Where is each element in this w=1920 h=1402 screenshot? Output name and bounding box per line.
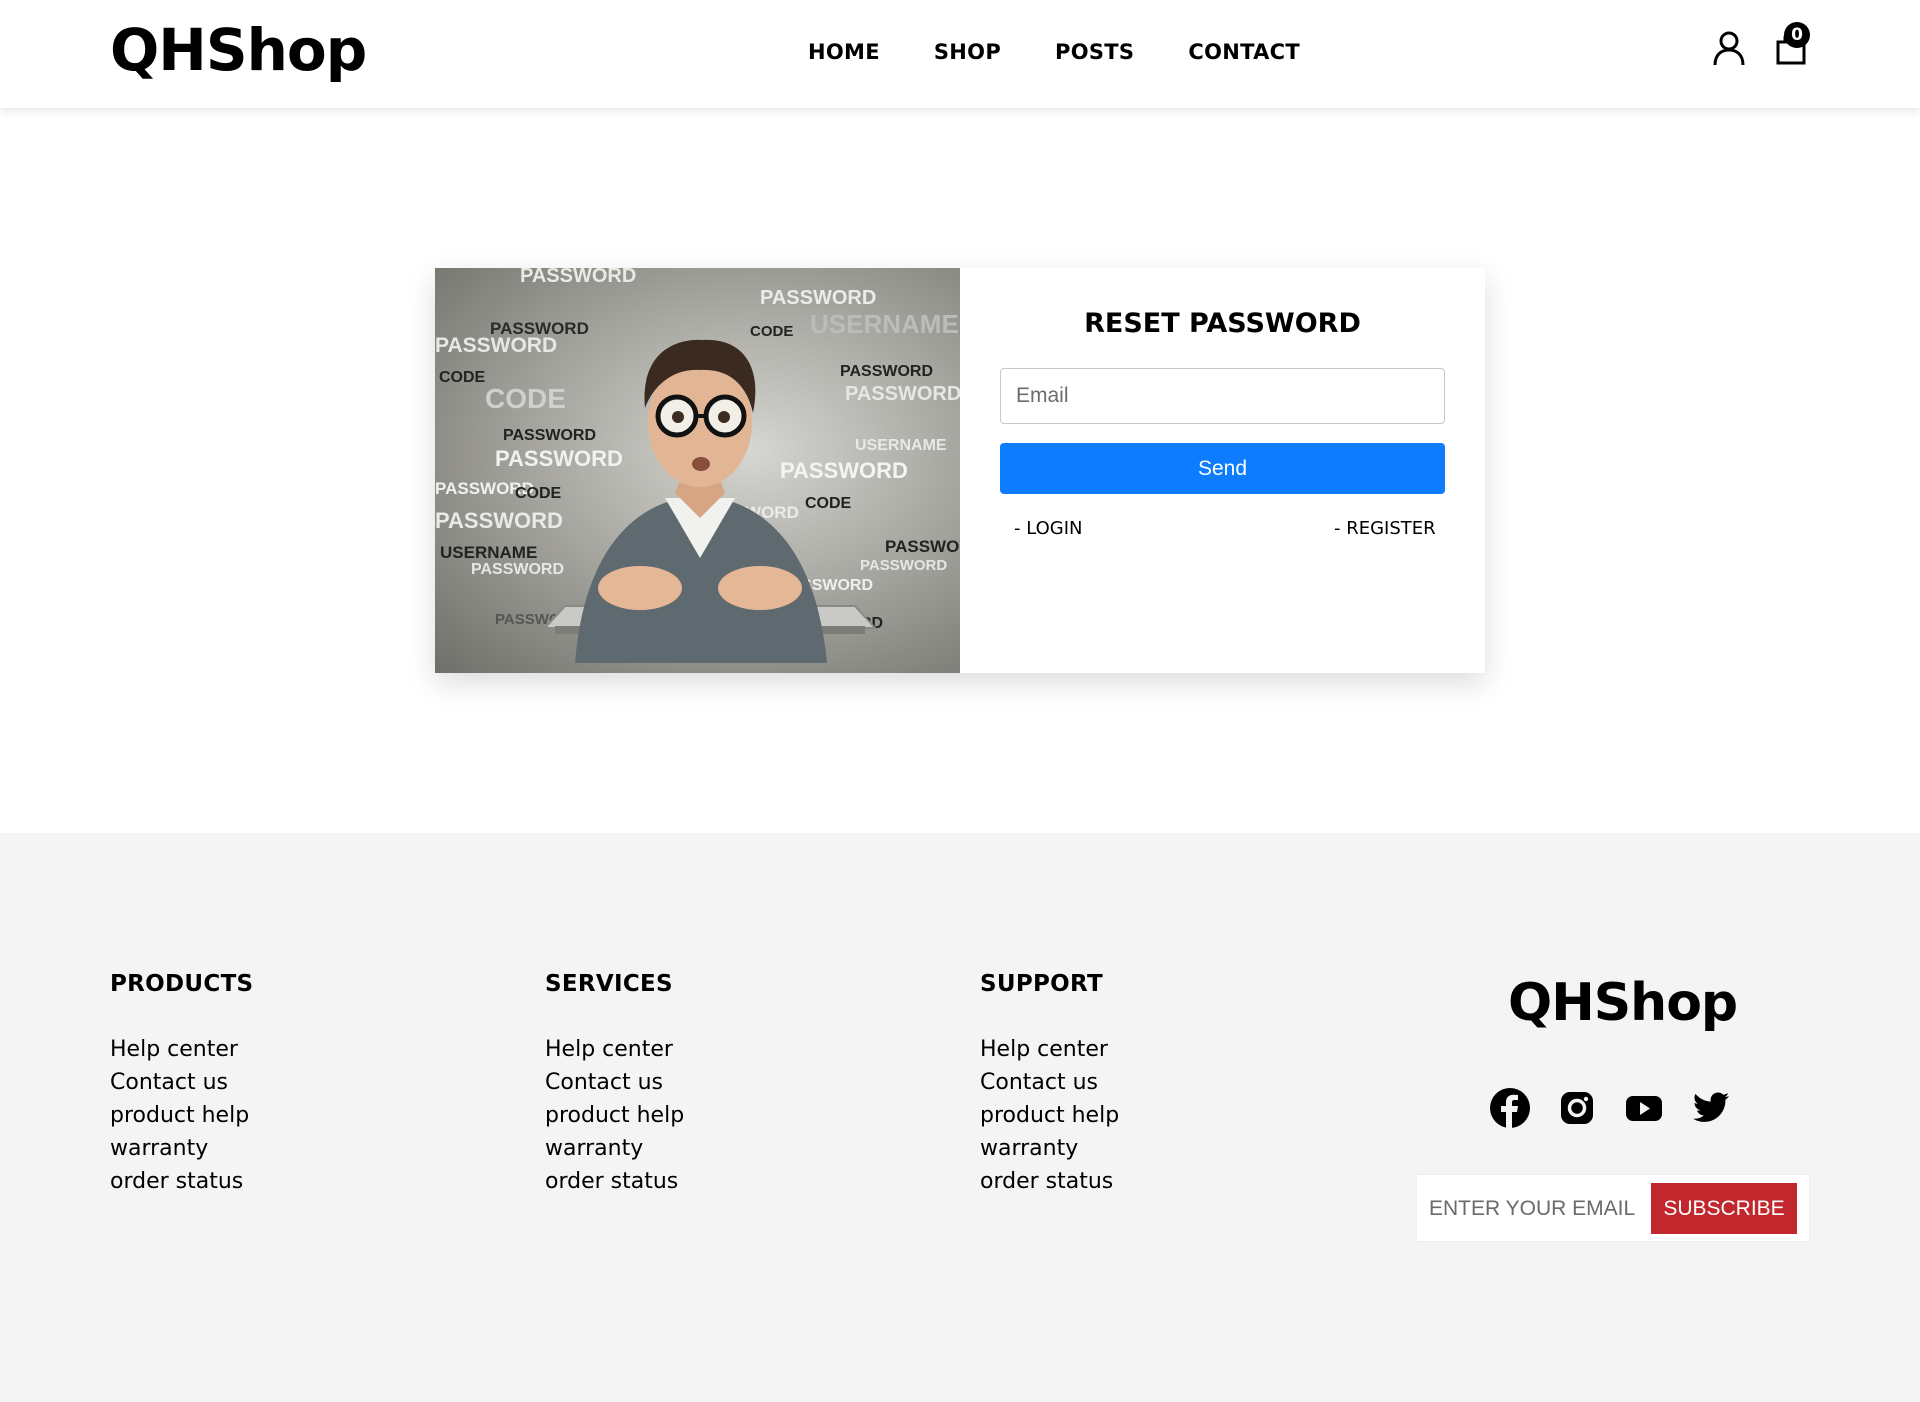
- image-word: PASSWORD: [503, 427, 596, 444]
- footer-link[interactable]: Help center: [110, 1033, 253, 1066]
- image-word: USERNAME: [855, 437, 947, 454]
- image-word: USERNAME: [810, 309, 959, 339]
- youtube-icon[interactable]: [1624, 1088, 1664, 1128]
- image-word: PASSWORD: [845, 383, 960, 405]
- footer-column-services: SERVICES Help center Contact us product …: [545, 971, 684, 1198]
- main-nav: HOME SHOP POSTS CONTACT: [808, 40, 1300, 64]
- footer-link[interactable]: Contact us: [110, 1066, 253, 1099]
- image-word: CODE: [515, 485, 562, 502]
- image-word: CODE: [805, 495, 852, 512]
- footer-link[interactable]: Contact us: [545, 1066, 684, 1099]
- image-word: PASSWORD: [840, 363, 933, 380]
- twitter-icon[interactable]: [1691, 1088, 1731, 1128]
- footer-logo[interactable]: QHShop: [1508, 973, 1738, 1033]
- footer-column-products: PRODUCTS Help center Contact us product …: [110, 971, 253, 1198]
- image-word: PASSWORD: [780, 458, 908, 483]
- footer-link[interactable]: product help: [980, 1099, 1119, 1132]
- image-word: CODE: [750, 323, 793, 340]
- footer-heading: SERVICES: [545, 971, 673, 997]
- site-footer: PRODUCTS Help center Contact us product …: [0, 833, 1920, 1402]
- image-word: PASSWORD: [435, 508, 563, 533]
- image-word: PASSWORD: [471, 561, 564, 578]
- email-field[interactable]: [1000, 368, 1445, 424]
- reset-password-card: PASSWORD PASSWORD PASSWORD PASSWORD USER…: [435, 268, 1485, 673]
- footer-link[interactable]: order status: [980, 1165, 1119, 1198]
- newsletter-form: SUBSCRIBE: [1416, 1174, 1810, 1242]
- image-word: PASSWORD: [520, 268, 636, 287]
- footer-link[interactable]: product help: [545, 1099, 684, 1132]
- reset-title: RESET PASSWORD: [1084, 308, 1361, 339]
- send-button[interactable]: Send: [1000, 443, 1445, 494]
- image-word: PASSWORD: [435, 334, 557, 357]
- footer-link[interactable]: warranty: [545, 1132, 684, 1165]
- user-icon[interactable]: [1712, 30, 1746, 66]
- footer-link[interactable]: warranty: [110, 1132, 253, 1165]
- footer-heading: PRODUCTS: [110, 971, 254, 997]
- hero-image: PASSWORD PASSWORD PASSWORD PASSWORD USER…: [435, 268, 960, 673]
- footer-link[interactable]: Help center: [545, 1033, 684, 1066]
- image-word: PASSWORD: [885, 537, 960, 556]
- password-illustration: PASSWORD PASSWORD PASSWORD PASSWORD USER…: [435, 268, 960, 663]
- nav-posts[interactable]: POSTS: [1055, 40, 1134, 64]
- footer-link[interactable]: Help center: [980, 1033, 1119, 1066]
- nav-contact[interactable]: CONTACT: [1188, 40, 1300, 64]
- facebook-icon[interactable]: [1490, 1088, 1530, 1128]
- reset-form: RESET PASSWORD Send - LOGIN - REGISTER: [960, 268, 1485, 673]
- register-link[interactable]: - REGISTER: [1334, 518, 1436, 539]
- subscribe-button[interactable]: SUBSCRIBE: [1651, 1183, 1797, 1234]
- login-link[interactable]: - LOGIN: [1014, 518, 1083, 539]
- nav-shop[interactable]: SHOP: [934, 40, 1001, 64]
- footer-heading: SUPPORT: [980, 971, 1103, 997]
- image-word: PASSWORD: [860, 557, 947, 574]
- nav-home[interactable]: HOME: [808, 40, 880, 64]
- footer-column-support: SUPPORT Help center Contact us product h…: [980, 971, 1119, 1198]
- image-word: USERNAME: [440, 543, 537, 562]
- instagram-icon[interactable]: [1557, 1088, 1597, 1128]
- footer-link[interactable]: order status: [110, 1165, 253, 1198]
- cart-count-badge: 0: [1784, 22, 1810, 48]
- social-links: [1490, 1088, 1731, 1128]
- image-word: CODE: [439, 369, 486, 386]
- footer-link[interactable]: warranty: [980, 1132, 1119, 1165]
- image-word: PASSWORD: [760, 287, 876, 309]
- footer-link[interactable]: Contact us: [980, 1066, 1119, 1099]
- site-header: QHShop HOME SHOP POSTS CONTACT 0: [0, 0, 1920, 108]
- image-word: CODE: [485, 383, 566, 414]
- image-word: PASSWORD: [495, 446, 623, 471]
- site-logo[interactable]: QHShop: [110, 16, 367, 84]
- footer-link[interactable]: order status: [545, 1165, 684, 1198]
- footer-link[interactable]: product help: [110, 1099, 253, 1132]
- newsletter-email-input[interactable]: [1429, 1183, 1654, 1234]
